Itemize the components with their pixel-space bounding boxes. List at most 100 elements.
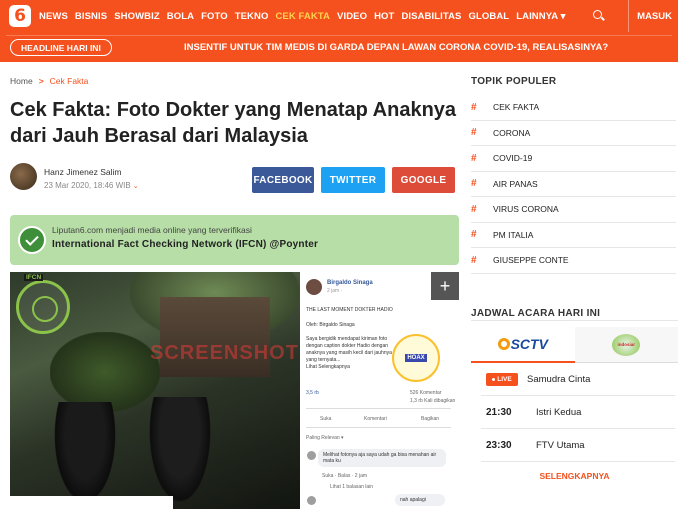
chevron-down-icon[interactable]: ⌄ (133, 183, 139, 190)
post-divider (306, 427, 451, 428)
topic-item[interactable]: # CEK FAKTA (471, 95, 676, 121)
article-photo[interactable]: IFCN SCREENSHOT Birgaldo Sinaga 2 jam · … (10, 272, 459, 509)
schedule-row[interactable]: LIVE Samudra Cinta (481, 363, 675, 396)
post-more: Lihat Selengkapnya (306, 364, 350, 370)
ifcn-stamp-icon (16, 280, 70, 334)
post-byline: Oleh: Birgaldo Sinaga (306, 322, 355, 328)
photo-caption-strip (10, 496, 173, 509)
nav-link-foto[interactable]: FOTO (201, 11, 228, 22)
topic-label: VIRUS CORONA (493, 204, 559, 215)
nav-link-bisnis[interactable]: BISNIS (75, 11, 107, 22)
share-twitter-button[interactable]: TWITTER (321, 167, 385, 193)
view-replies: Lihat 1 balasan lain (330, 484, 374, 490)
hashtag-icon: # (471, 152, 477, 164)
share-google-button[interactable]: GOOGLE (392, 167, 455, 193)
sctv-label: SCTV (510, 336, 548, 352)
post-reactions: 3,5 rb (306, 390, 319, 396)
breadcrumb: Home > Cek Fakta (10, 76, 88, 86)
author-avatar[interactable] (10, 163, 37, 190)
check-icon (18, 226, 46, 254)
top-navigation: 6 NEWS BISNIS SHOWBIZ BOLA FOTO TEKNO CE… (0, 0, 678, 32)
topic-label: CEK FAKTA (493, 102, 540, 113)
verification-text: Liputan6.com menjadi media online yang t… (52, 225, 252, 235)
headline-badge: HEADLINE HARI INI (10, 39, 112, 56)
topic-label: PM ITALIA (493, 229, 534, 240)
sctv-logo: SCTV (497, 336, 548, 352)
nav-link-cek-fakta[interactable]: CEK FAKTA (275, 11, 330, 22)
child-silhouette (50, 402, 120, 509)
live-badge: LIVE (486, 372, 518, 386)
comment-action: Komentari (364, 416, 387, 422)
post-comments-count: 526 Komentar (410, 390, 442, 396)
nav-link-lainnya[interactable]: LAINNYA ▾ (516, 11, 565, 22)
nav-right: MASUK (592, 0, 672, 32)
hashtag-icon: # (471, 254, 477, 266)
schedule-more-link[interactable]: SELENGKAPNYA (471, 471, 678, 481)
search-icon[interactable] (592, 9, 606, 23)
post-time: 2 jam · (327, 288, 343, 294)
hoax-stamp-label: HOAX (405, 354, 427, 362)
post-shares-count: 1,3 rb Kali dibagikan (410, 398, 456, 404)
nav-link-tekno[interactable]: TEKNO (235, 11, 269, 22)
login-link[interactable]: MASUK (637, 11, 672, 22)
indosiar-logo: indosiar (612, 333, 641, 356)
facebook-post-screenshot: Birgaldo Sinaga 2 jam · + THE LAST MOMEN… (300, 272, 459, 509)
ifcn-link[interactable]: International Fact Checking Network (IFC… (52, 239, 318, 250)
popular-topics-list: # CEK FAKTA # CORONA # COVID-19 # AIR PANAS … (471, 95, 676, 274)
share-action: Bagikan (421, 416, 440, 422)
hashtag-icon: # (471, 229, 477, 241)
topic-label: CORONA (493, 127, 531, 138)
program-time: 21:30 (486, 406, 512, 418)
expand-plus-icon[interactable]: + (431, 272, 459, 300)
nav-link-disabilitas[interactable]: DISABILITAS (401, 11, 461, 22)
topic-item[interactable]: # AIR PANAS (471, 172, 676, 197)
author-name[interactable]: Hanz Jimenez Salim (44, 167, 121, 177)
headline-link[interactable]: INSENTIF UNTUK TIM MEDIS DI GARDA DEPAN … (184, 42, 608, 53)
schedule-row[interactable]: 23:30 FTV Utama (481, 429, 675, 462)
screenshot-watermark: SCREENSHOT (150, 342, 299, 364)
article-date-text: 23 Mar 2020, 18:46 WIB (44, 181, 131, 190)
post-heading: THE LAST MOMENT DOKTER HADIO (306, 307, 393, 313)
share-facebook-button[interactable]: FACEBOOK (252, 167, 314, 193)
headline-inner: HEADLINE HARI INI INSENTIF UNTUK TIM MED… (6, 35, 672, 59)
photo-scene: IFCN SCREENSHOT (10, 272, 300, 509)
breadcrumb-category[interactable]: Cek Fakta (50, 76, 89, 86)
nav-link-global[interactable]: GLOBAL (468, 11, 509, 22)
topic-label: GIUSEPPE CONTE (493, 255, 569, 266)
schedule-row[interactable]: 21:30 Istri Kedua (481, 396, 675, 429)
topic-item[interactable]: # VIRUS CORONA (471, 197, 676, 223)
liputan6-logo[interactable]: 6 (9, 5, 31, 27)
sctv-circle-icon (497, 338, 510, 350)
topic-item[interactable]: # GIUSEPPE CONTE (471, 248, 676, 274)
comment-bubble: nah apalagi (395, 494, 445, 506)
ifcn-verification-box: Liputan6.com menjadi media online yang t… (10, 215, 459, 265)
post-body: Saya bergidik mendapat kiriman foto deng… (306, 336, 392, 363)
program-title: FTV Utama (536, 439, 585, 451)
comment-sort: Paling Relevan ▾ (306, 435, 344, 441)
nav-link-showbiz[interactable]: SHOWBIZ (114, 11, 160, 22)
post-author: Birgaldo Sinaga (327, 280, 373, 286)
commenter-avatar (307, 496, 316, 505)
topic-item[interactable]: # CORONA (471, 121, 676, 146)
nav-link-bola[interactable]: BOLA (167, 11, 194, 22)
tab-indosiar[interactable]: indosiar (574, 327, 678, 363)
comment-bubble: Melihat fotonya aja saya udah ga bisa me… (318, 449, 446, 467)
nav-link-news[interactable]: NEWS (39, 11, 68, 22)
topic-item[interactable]: # COVID-19 (471, 146, 676, 172)
breadcrumb-home[interactable]: Home (10, 76, 33, 86)
schedule-divider (471, 320, 678, 321)
hashtag-icon: # (471, 127, 477, 139)
topic-label: AIR PANAS (493, 178, 538, 189)
like-action: Suka (320, 416, 332, 422)
nav-link-hot[interactable]: HOT (374, 11, 394, 22)
schedule-heading: JADWAL ACARA HARI INI (471, 308, 601, 319)
program-title: Istri Kedua (536, 406, 582, 418)
tab-sctv[interactable]: SCTV (471, 327, 575, 363)
hashtag-icon: # (471, 203, 477, 215)
post-divider (306, 408, 451, 409)
nav-link-video[interactable]: VIDEO (337, 11, 367, 22)
post-avatar (306, 279, 322, 295)
hashtag-icon: # (471, 101, 477, 113)
ifcn-stamp-label: IFCN (24, 274, 44, 281)
topic-item[interactable]: # PM ITALIA (471, 223, 676, 248)
